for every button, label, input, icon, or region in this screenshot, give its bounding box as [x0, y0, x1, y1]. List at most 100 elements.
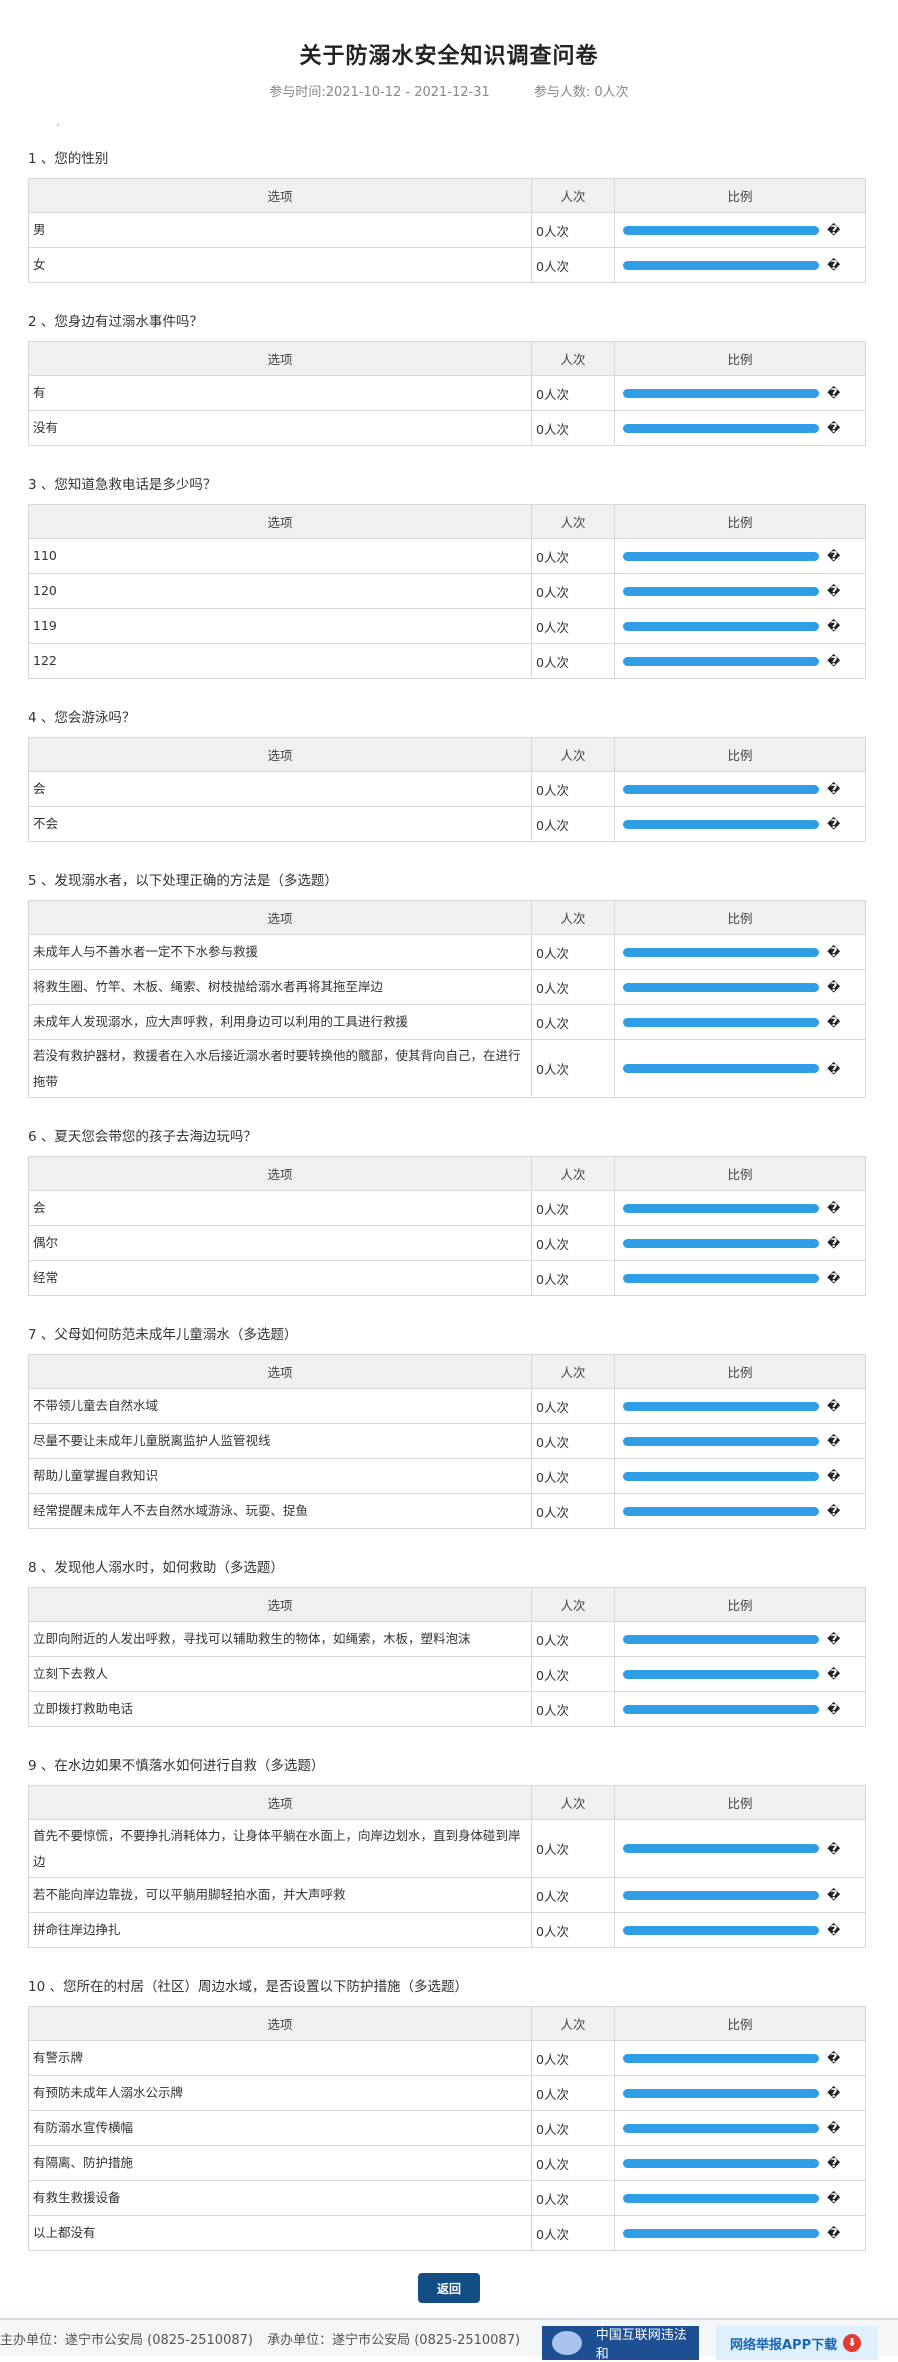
- ratio-percent-text: �: [827, 782, 841, 796]
- option-count: 0人次: [531, 2145, 615, 2181]
- option-count: 0人次: [531, 806, 615, 842]
- option-ratio: �: [614, 2145, 866, 2181]
- ratio-percent-text: �: [827, 1888, 841, 1902]
- option-ratio: �: [614, 538, 866, 574]
- option-ratio: �: [614, 2180, 866, 2216]
- ratio-bar-wrap: �: [619, 2191, 861, 2205]
- option-label: 立即拨打救助电话: [28, 1691, 532, 1727]
- option-label: 将救生圈、竹竿、木板、绳索、树枝抛给溺水者再将其拖至岸边: [28, 969, 532, 1005]
- decorative-dot: ·: [56, 118, 60, 132]
- option-count: 0人次: [531, 1621, 615, 1657]
- question-block: 7 、父母如何防范未成年儿童溺水（多选题） 选项 人次 比例 不带领儿童去自然水域 0人次…: [28, 1316, 870, 1529]
- option-ratio: �: [614, 1225, 866, 1261]
- ratio-bar: [623, 1669, 819, 1679]
- table-row: 若不能向岸边靠拢，可以平躺用脚轻拍水面，并大声呼救 0人次 �: [28, 1877, 866, 1913]
- header-count: 人次: [531, 1354, 615, 1389]
- option-count: 0人次: [531, 1388, 615, 1424]
- option-count: 0人次: [531, 2180, 615, 2216]
- table-header-row: 选项 人次 比例: [28, 900, 866, 935]
- ratio-percent-text: �: [827, 584, 841, 598]
- table-row: 首先不要惊慌，不要挣扎消耗体力，让身体平躺在水面上，向岸边划水，直到身体碰到岸边…: [28, 1819, 866, 1878]
- ratio-bar-wrap: �: [619, 1923, 861, 1937]
- table-header-row: 选项 人次 比例: [28, 1785, 866, 1820]
- header-count: 人次: [531, 504, 615, 539]
- option-count: 0人次: [531, 969, 615, 1005]
- option-label: 女: [28, 247, 532, 283]
- ratio-percent-text: �: [827, 2051, 841, 2065]
- option-ratio: �: [614, 1656, 866, 1692]
- table-row: 帮助儿童掌握自救知识 0人次 �: [28, 1458, 866, 1494]
- header-option: 选项: [28, 737, 532, 772]
- ratio-bar: [623, 1238, 819, 1248]
- option-ratio: �: [614, 608, 866, 644]
- option-label: 不带领儿童去自然水域: [28, 1388, 532, 1424]
- option-count: 0人次: [531, 2110, 615, 2146]
- table-row: 不会 0人次 �: [28, 806, 866, 842]
- ratio-percent-text: �: [827, 1667, 841, 1681]
- option-label: 119: [28, 608, 532, 644]
- option-count: 0人次: [531, 1819, 615, 1878]
- ratio-percent-text: �: [827, 421, 841, 435]
- option-label: 有: [28, 375, 532, 411]
- option-ratio: �: [614, 410, 866, 446]
- table-row: 未成年人与不善水者一定不下水参与救援 0人次 �: [28, 934, 866, 970]
- option-ratio: �: [614, 2040, 866, 2076]
- header-option: 选项: [28, 1587, 532, 1622]
- option-count: 0人次: [531, 1039, 615, 1098]
- option-label: 会: [28, 771, 532, 807]
- ratio-bar: [623, 388, 819, 398]
- option-label: 首先不要惊慌，不要挣扎消耗体力，让身体平躺在水面上，向岸边划水，直到身体碰到岸边: [28, 1819, 532, 1878]
- option-label: 有防溺水宣传横幅: [28, 2110, 532, 2146]
- table-header-row: 选项 人次 比例: [28, 1354, 866, 1389]
- header-count: 人次: [531, 178, 615, 213]
- ratio-bar: [623, 551, 819, 561]
- ratio-percent-text: �: [827, 945, 841, 959]
- table-row: 有防溺水宣传横幅 0人次 �: [28, 2110, 866, 2146]
- download-icon: ⬇: [843, 2334, 862, 2352]
- option-count: 0人次: [531, 410, 615, 446]
- table-row: 119 0人次 �: [28, 608, 866, 644]
- ratio-bar: [623, 656, 819, 666]
- option-label: 经常: [28, 1260, 532, 1296]
- report-app-download-link[interactable]: 网络举报APP下载 ⬇: [716, 2326, 878, 2360]
- question-block: 10 、您所在的村居（社区）周边水域，是否设置以下防护措施（多选题） 选项 人次 比例…: [28, 1968, 870, 2251]
- option-label: 不会: [28, 806, 532, 842]
- table-row: 122 0人次 �: [28, 643, 866, 679]
- ratio-bar: [623, 947, 819, 957]
- ratio-bar-wrap: �: [619, 584, 861, 598]
- ratio-percent-text: �: [827, 1061, 841, 1076]
- back-button[interactable]: 返回: [418, 2273, 480, 2303]
- ratio-percent-text: �: [827, 2156, 841, 2170]
- ratio-bar-wrap: �: [619, 258, 861, 272]
- question-title: 4 、您会游泳吗？: [28, 710, 136, 726]
- ratio-bar: [623, 2228, 819, 2238]
- ratio-bar: [623, 586, 819, 596]
- header-option: 选项: [28, 341, 532, 376]
- ratio-bar-wrap: �: [619, 1434, 861, 1448]
- option-ratio: �: [614, 2110, 866, 2146]
- option-count: 0人次: [531, 1423, 615, 1459]
- ratio-percent-text: �: [827, 386, 841, 400]
- report-center-link[interactable]: 中国互联网违法和: [542, 2326, 699, 2362]
- question-title: 10 、您所在的村居（社区）周边水域，是否设置以下防护措施（多选题）: [28, 1979, 468, 1995]
- host-unit: 主办单位：遂宁市公安局 (0825-2510087): [0, 2332, 253, 2348]
- table-row: 若没有救护器材，救援者在入水后接近溺水者时要转换他的髋部，使其背向自己，在进行拖…: [28, 1039, 866, 1098]
- option-count: 0人次: [531, 573, 615, 609]
- table-header-row: 选项 人次 比例: [28, 2006, 866, 2041]
- question-title: 3 、您知道急救电话是多少吗？: [28, 477, 217, 493]
- option-label: 尽量不要让未成年儿童脱离监护人监管视线: [28, 1423, 532, 1459]
- ratio-bar: [623, 2053, 819, 2063]
- option-label: 没有: [28, 410, 532, 446]
- option-ratio: �: [614, 1691, 866, 1727]
- table-row: 有警示牌 0人次 �: [28, 2040, 866, 2076]
- survey-meta: 参与时间:2021-10-12 - 2021-12-31 参与人数: 0人次: [0, 78, 898, 118]
- question-block: 2 、您身边有过溺水事件吗？ 选项 人次 比例有 0人次 � 没有 0人次 �: [28, 303, 870, 446]
- ratio-bar-wrap: �: [619, 2156, 861, 2170]
- option-label: 110: [28, 538, 532, 574]
- table-row: 女 0人次 �: [28, 247, 866, 283]
- ratio-percent-text: �: [827, 1434, 841, 1448]
- header-option: 选项: [28, 1785, 532, 1820]
- option-ratio: �: [614, 1260, 866, 1296]
- result-table: 选项 人次 比例 不带领儿童去自然水域 0人次 � 尽量不要让未成年儿童脱离监护人监管视线 0…: [28, 1354, 866, 1529]
- question-block: 5 、发现溺水者，以下处理正确的方法是（多选题） 选项 人次 比例 未成年人与不善水者一…: [28, 862, 870, 1098]
